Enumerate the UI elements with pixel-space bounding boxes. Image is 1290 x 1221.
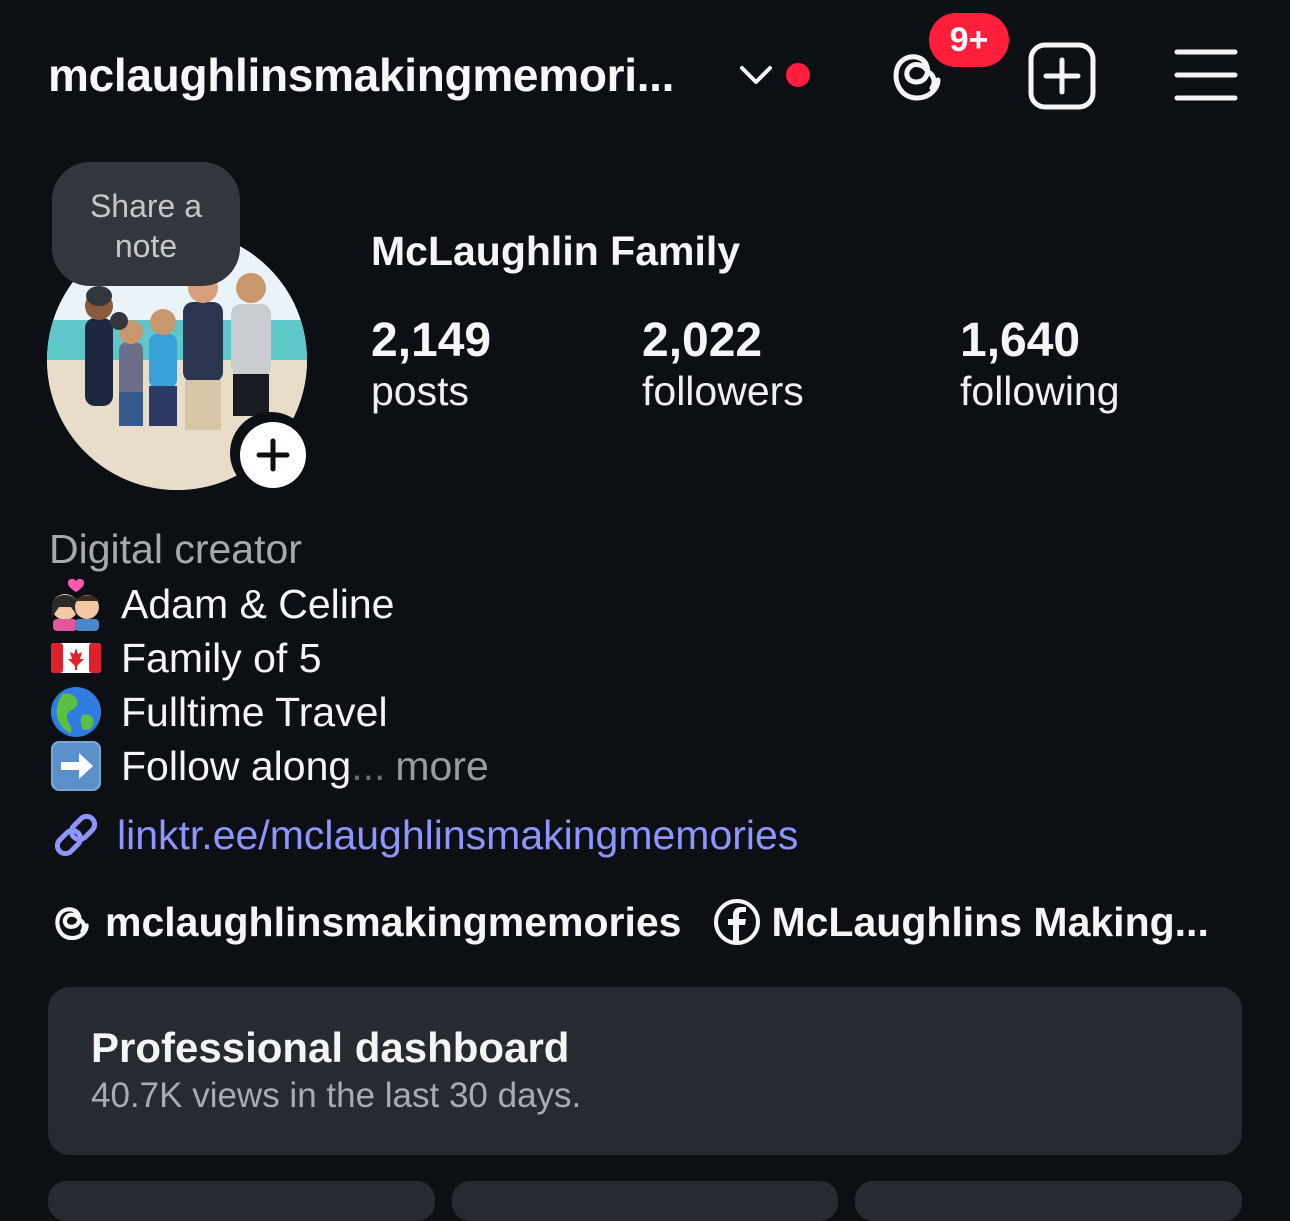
bio-line-text: Family of 5 [121,634,322,681]
bio-link[interactable]: linktr.ee/mclaughlinsmakingmemories [49,808,798,862]
threads-icon [55,907,89,941]
bio-line: Fulltime Travel [49,685,388,739]
facebook-icon [714,899,761,945]
action-button[interactable] [452,1181,838,1221]
bio-more-link[interactable]: more [395,743,488,790]
bio-ellipsis: ... [351,742,386,789]
social-links-row: mclaughlinsmakingmemories McLaughlins Ma… [49,898,1209,946]
profile-full-name: McLaughlin Family [371,228,741,274]
action-button[interactable] [855,1181,1242,1221]
couple-heart-emoji [52,578,99,631]
stat-value: 2,022 [642,314,763,367]
threads-handle: mclaughlinsmakingmemories [105,898,682,945]
note-prompt-line2: note [114,228,178,264]
link-icon [54,813,98,857]
globe-americas-emoji [51,687,101,737]
account-switcher-username[interactable]: mclaughlinsmakingmemori... [48,48,674,102]
bio-line: Family of 5 [49,631,322,685]
canada-flag-emoji [51,643,101,673]
right-arrow-emoji [51,741,101,791]
stat-value: 1,640 [960,314,1081,367]
hamburger-menu-icon[interactable] [1174,48,1238,102]
stat-label: following [960,368,1120,414]
threads-profile-link[interactable]: mclaughlinsmakingmemories [49,899,681,946]
stat-following[interactable]: 1,640 following [960,313,1120,415]
note-bubble-tail-dot [110,312,128,330]
dashboard-subtitle: 40.7K views in the last 30 days. [91,1076,582,1115]
create-post-icon[interactable] [1028,42,1096,110]
bio-line: Adam & Celine [49,577,394,631]
add-story-button[interactable] [240,422,306,488]
action-button[interactable] [48,1181,435,1221]
stat-label: posts [371,368,469,414]
notification-badge: 9+ [929,13,1009,67]
bio-line: Follow along ... more [49,739,489,793]
bio-line-text: Fulltime Travel [121,688,388,735]
chevron-down-icon[interactable] [738,60,774,90]
dashboard-title: Professional dashboard [91,1024,570,1071]
share-note-bubble[interactable]: Share a note [52,162,240,286]
bio-link-text[interactable]: linktr.ee/mclaughlinsmakingmemories [117,812,798,859]
unseen-indicator-dot [786,63,810,87]
stat-value: 2,149 [371,314,492,367]
stat-followers[interactable]: 2,022 followers [642,313,804,415]
stat-label: followers [642,368,804,414]
plus-icon [256,438,290,472]
facebook-name: McLaughlins Making... [771,898,1209,945]
facebook-page-link[interactable]: McLaughlins Making... [713,898,1209,946]
bio-line-text: Adam & Celine [121,580,395,627]
bio-line-text: Follow along [121,742,352,789]
stat-posts[interactable]: 2,149 posts [371,313,491,415]
profile-category: Digital creator [49,526,302,572]
note-prompt-line1: Share a [89,188,203,224]
note-bubble-tail [86,286,112,306]
